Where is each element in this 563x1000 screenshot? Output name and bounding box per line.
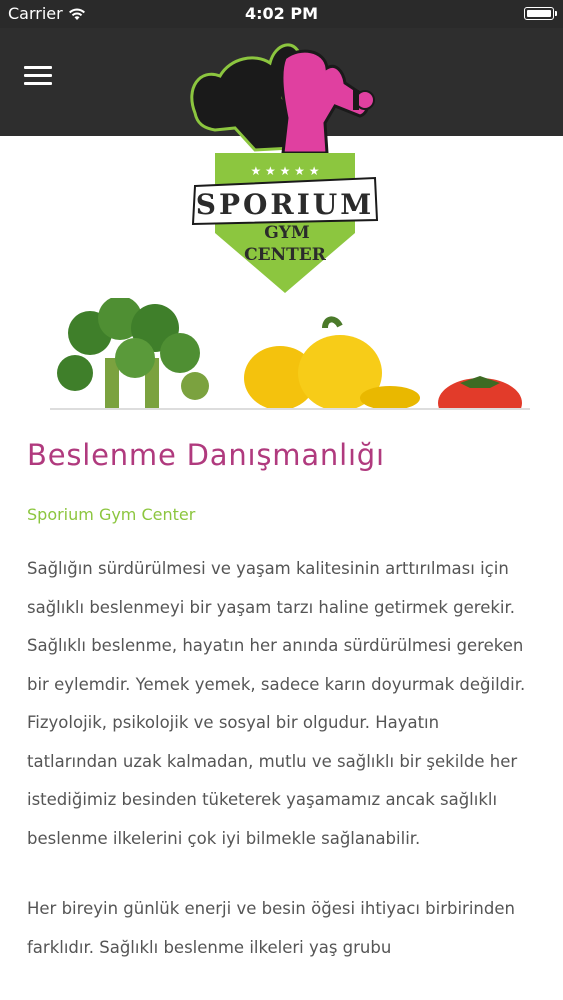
tomato-icon: [438, 376, 522, 428]
logo-name: SPORIUM: [196, 188, 374, 221]
logo-stars: ★ ★ ★ ★ ★: [250, 164, 319, 178]
article-paragraph-1: Sağlığın sürdürülmesi ve yaşam kalitesin…: [27, 559, 526, 848]
sporium-logo: ★ ★ ★ ★ ★ SPORIUM GYM CENTER: [175, 28, 385, 298]
article-content: Beslenme Danışmanlığı Sporium Gym Center…: [27, 438, 527, 967]
vegetables-banner-image: [50, 296, 530, 428]
article-paragraph-2: Her bireyin günlük enerji ve besin öğesi…: [27, 899, 515, 957]
hamburger-menu-icon[interactable]: [24, 66, 52, 90]
battery-icon: [524, 7, 557, 20]
logo-sub2: CENTER: [244, 245, 327, 265]
status-bar: Carrier 4:02 PM: [0, 0, 563, 28]
article-subtitle: Sporium Gym Center: [27, 505, 196, 524]
yellow-pepper-icon: [244, 316, 420, 411]
logo-sub1: GYM: [264, 223, 310, 243]
broccoli-icon: [57, 296, 209, 408]
page-title: Beslenme Danışmanlığı: [27, 438, 385, 472]
clock: 4:02 PM: [244, 4, 318, 23]
